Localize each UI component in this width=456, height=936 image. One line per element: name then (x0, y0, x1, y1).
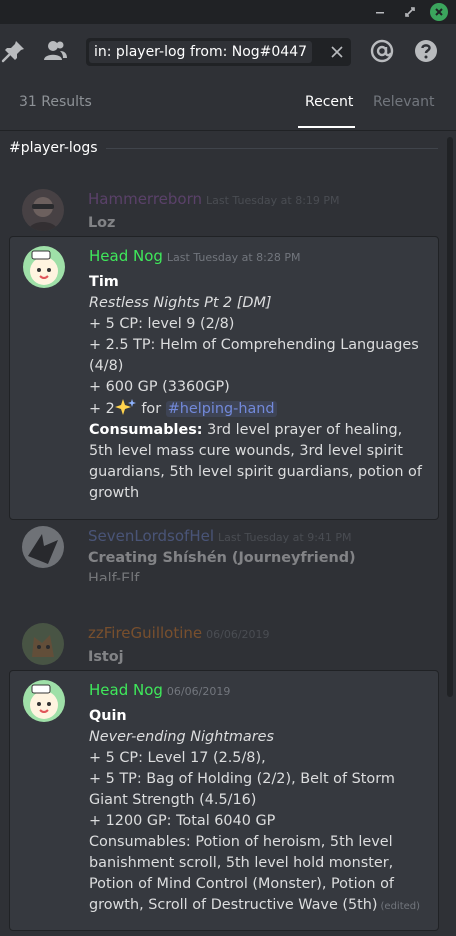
message-timestamp: 06/06/2019 (166, 685, 231, 698)
context-message[interactable]: SevenLordsofHel Last Tuesday at 9:41 PM C… (9, 523, 439, 581)
log-line-prefix: + 2 (89, 401, 115, 417)
pin-icon[interactable] (1, 38, 27, 64)
avatar[interactable] (23, 680, 65, 722)
search-chip-in[interactable]: in: player-logs (89, 41, 198, 63)
context-message[interactable]: Hammerreborn Last Tuesday at 8:19 PM Loz (9, 177, 439, 235)
search-result-message[interactable]: Head Nog 06/06/2019 Quin Never-ending Nig… (9, 670, 439, 931)
avatar[interactable] (22, 623, 64, 665)
search-results: #player-logs Hammerreborn Last Tuesday at… (0, 131, 456, 936)
log-line: + 1200 GP: Total 6040 GP (89, 813, 276, 829)
minimize-icon[interactable] (371, 3, 389, 21)
context-message[interactable]: zzFireGuillotine 06/06/2019 Istoj (9, 616, 439, 668)
log-line: + 5 TP: Bag of Holding (2/2), Belt of St… (89, 771, 395, 808)
tab-relevant[interactable]: Relevant (373, 94, 434, 110)
log-line: + 5 CP: level 9 (2/8) (89, 316, 235, 332)
log-line: + 5 CP: Level 17 (2.5/8), (89, 750, 266, 766)
tab-recent[interactable]: Recent (305, 94, 353, 110)
message-author[interactable]: zzFireGuillotine (88, 624, 202, 642)
log-line: + 2.5 TP: Helm of Comprehending Language… (89, 337, 419, 374)
message-timestamp: Last Tuesday at 8:19 PM (206, 194, 340, 207)
scrollbar[interactable] (446, 131, 454, 936)
message-author[interactable]: Head Nog (89, 247, 163, 265)
clear-search-icon[interactable] (328, 42, 346, 62)
message-timestamp: Last Tuesday at 9:41 PM (218, 531, 352, 544)
message-timestamp: 06/06/2019 (206, 628, 270, 641)
log-consumables: Consumables: Potion of heroism, 5th leve… (89, 832, 429, 917)
edited-marker: (edited) (380, 901, 421, 912)
log-line: + 2 for #helping-hand (89, 398, 429, 420)
log-adventure: Restless Nights Pt 2 [DM] (89, 295, 272, 311)
message-text-partial: Half-Elf (88, 571, 140, 581)
search-box[interactable]: in: player-logs from: Nog#0447 (86, 38, 351, 66)
log-character: Tim (89, 274, 119, 290)
message-author[interactable]: Head Nog (89, 681, 163, 699)
divider (106, 148, 438, 149)
help-icon[interactable] (413, 38, 439, 64)
message-text: Creating Shíshén (Journeyfriend) (88, 550, 356, 566)
search-results-header: 31 Results Recent Relevant (0, 79, 456, 131)
consumables-text: Consumables: Potion of heroism, 5th leve… (89, 834, 394, 913)
message-text: Loz (88, 215, 116, 231)
maximize-icon[interactable] (401, 3, 419, 21)
title-bar (0, 0, 456, 24)
log-line: + 600 GP (3360GP) (89, 379, 230, 395)
close-icon[interactable] (430, 3, 448, 21)
avatar[interactable] (22, 189, 64, 231)
channel-toolbar: in: player-logs from: Nog#0447 (0, 24, 456, 79)
at-icon[interactable] (369, 38, 395, 64)
message-author[interactable]: Hammerreborn (88, 190, 202, 208)
avatar[interactable] (23, 246, 65, 288)
log-adventure: Never-ending Nightmares (89, 729, 275, 745)
channel-mention[interactable]: #helping-hand (165, 401, 277, 417)
avatar[interactable] (22, 526, 64, 568)
search-chip-from[interactable]: from: Nog#0447 (185, 41, 313, 63)
search-result-message[interactable]: Head Nog Last Tuesday at 8:28 PM Tim Rest… (9, 236, 439, 520)
scrollbar-thumb[interactable] (447, 137, 453, 697)
message-author[interactable]: SevenLordsofHel (88, 527, 214, 545)
message-timestamp: Last Tuesday at 8:28 PM (166, 251, 301, 264)
log-character: Quin (89, 708, 127, 724)
log-consumables: Consumables: 3rd level prayer of healing… (89, 420, 429, 504)
consumables-label: Consumables: (89, 422, 203, 438)
active-tab-indicator (298, 126, 355, 128)
message-text: Istoj (88, 649, 124, 665)
members-icon[interactable] (42, 38, 68, 64)
results-count: 31 Results (19, 94, 92, 110)
log-line-for: for (136, 401, 166, 417)
channel-name[interactable]: #player-logs (9, 140, 98, 156)
sparkles-icon (114, 399, 136, 415)
